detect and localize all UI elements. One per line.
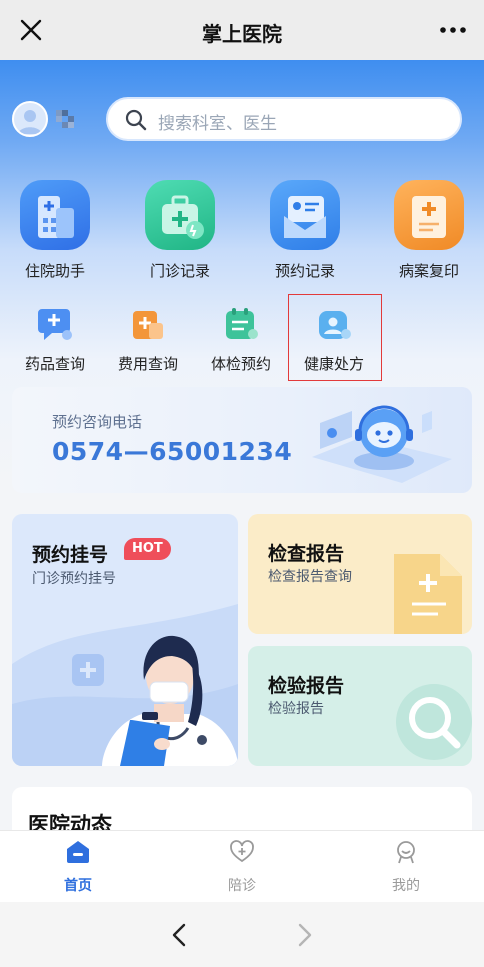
exam-report-subtitle: 检查报告查询: [268, 569, 352, 585]
service-record-copy[interactable]: 病案复印: [384, 180, 474, 281]
service-checkup-booking[interactable]: 体检预约: [196, 305, 286, 374]
lab-report-title: 检验报告: [268, 675, 345, 697]
avatar[interactable]: [12, 101, 48, 137]
search-placeholder: 搜索科室、医生: [158, 114, 277, 134]
service-label: 病案复印: [398, 262, 459, 280]
hospital-news-section: 医院动态: [12, 787, 472, 830]
hospital-building-icon: [20, 180, 90, 250]
fee-query-icon: [129, 305, 167, 343]
news-title: 医院动态: [28, 813, 112, 830]
medical-record-icon: [394, 180, 464, 250]
phone-banner[interactable]: 预约咨询电话 0574—65001234: [12, 387, 472, 493]
home-icon: [67, 841, 89, 863]
top-bar: 掌上医院: [0, 0, 484, 60]
browser-nav-bar: [0, 902, 484, 967]
banner-label: 预约咨询电话: [52, 413, 143, 431]
service-label: 体检预约: [210, 355, 271, 373]
search-bar[interactable]: 搜索科室、医生: [106, 97, 462, 141]
tab-profile[interactable]: 我的: [356, 839, 456, 895]
appointment-card-icon: [270, 180, 340, 250]
tab-label: 陪诊: [228, 878, 256, 894]
sub-services: 药品查询 费用查询 体检预约 健康处方: [0, 305, 484, 385]
service-appointment-records[interactable]: 预约记录: [260, 180, 350, 281]
magnifier-icon: [396, 684, 472, 760]
service-label: 预约记录: [274, 262, 335, 280]
tab-home[interactable]: 首页: [28, 839, 128, 895]
registration-subtitle: 门诊预约挂号: [32, 571, 116, 587]
tab-escort[interactable]: 陪诊: [192, 839, 292, 895]
service-label: 费用查询: [117, 355, 178, 373]
back-arrow-icon[interactable]: [168, 922, 192, 948]
lab-report-card[interactable]: 检验报告 检验报告: [248, 646, 472, 766]
service-label: 住院助手: [24, 262, 85, 280]
checkup-calendar-icon: [222, 305, 260, 343]
medicine-search-icon: [36, 305, 74, 343]
user-name-blurred: [56, 110, 74, 128]
lab-report-subtitle: 检验报告: [268, 701, 324, 717]
service-label: 门诊记录: [149, 262, 210, 280]
service-inpatient-assistant[interactable]: 住院助手: [10, 180, 100, 281]
tab-bar: 首页 陪诊 我的: [0, 830, 484, 902]
home-content: 搜索科室、医生 住院助手 门诊记录 预约记录 病案复印 药品查询 费用查询 体检…: [0, 60, 484, 830]
report-document-icon: [394, 554, 462, 634]
exam-report-title: 检查报告: [268, 543, 345, 565]
exam-report-card[interactable]: 检查报告 检查报告查询: [248, 514, 472, 634]
service-medicine-query[interactable]: 药品查询: [10, 305, 100, 374]
banner-phone: 0574—65001234: [52, 437, 293, 466]
hot-badge: HOT: [124, 538, 171, 560]
medical-kit-icon: [145, 180, 215, 250]
page-title: 掌上医院: [202, 22, 282, 46]
service-fee-query[interactable]: 费用查询: [103, 305, 193, 374]
forward-arrow-icon[interactable]: [292, 922, 316, 948]
service-outpatient-records[interactable]: 门诊记录: [135, 180, 225, 281]
registration-card[interactable]: 预约挂号 HOT 门诊预约挂号: [12, 514, 238, 766]
doctor-illustration: [72, 635, 238, 766]
registration-title: 预约挂号: [32, 544, 109, 566]
customer-service-robot-icon: [312, 405, 452, 483]
service-label: 药品查询: [24, 355, 85, 373]
tab-label: 我的: [392, 878, 420, 894]
profile-icon: [397, 841, 415, 864]
more-icon[interactable]: [438, 18, 468, 42]
highlight-box: [288, 294, 382, 381]
main-services: 住院助手 门诊记录 预约记录 病案复印: [0, 180, 484, 290]
user-icon: [18, 110, 42, 134]
tab-label: 首页: [64, 878, 92, 894]
search-icon: [125, 109, 147, 131]
escort-heart-icon: [230, 840, 254, 863]
